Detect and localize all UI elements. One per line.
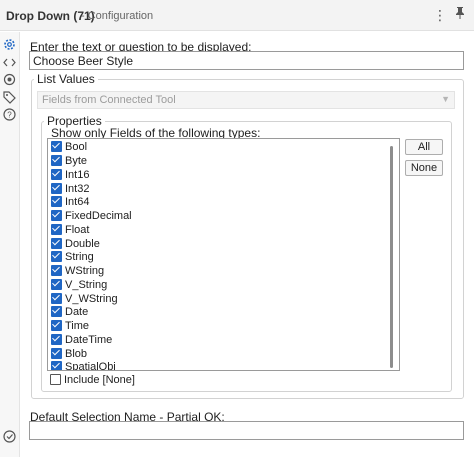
list-item[interactable]: Date xyxy=(51,306,88,319)
more-options-icon[interactable]: ⋮ xyxy=(432,6,448,24)
default-selection-input[interactable] xyxy=(29,421,464,440)
list-item[interactable]: Int64 xyxy=(51,196,89,209)
list-item[interactable]: V_String xyxy=(51,279,107,292)
pin-icon[interactable] xyxy=(452,6,468,24)
check-circle-icon[interactable] xyxy=(2,429,17,444)
window-subtitle: - Configuration xyxy=(81,10,154,22)
checkbox-checked-icon[interactable] xyxy=(51,238,62,249)
list-item[interactable]: Blob xyxy=(51,348,87,361)
checkbox-checked-icon[interactable] xyxy=(51,293,62,304)
list-item[interactable]: FixedDecimal xyxy=(51,210,132,223)
list-item[interactable]: String xyxy=(51,251,94,264)
checkbox-checked-icon[interactable] xyxy=(51,348,62,359)
code-icon[interactable] xyxy=(2,55,17,70)
list-values-title: List Values xyxy=(34,72,98,86)
prompt-input[interactable]: Choose Beer Style xyxy=(29,51,464,70)
select-none-button[interactable]: None xyxy=(405,160,443,176)
list-item[interactable]: Double xyxy=(51,238,100,251)
field-types-list[interactable]: Bool Byte Int16 Int32 Int64 FixedDecimal… xyxy=(47,138,400,371)
checkbox-checked-icon[interactable] xyxy=(51,196,62,207)
list-item[interactable]: DateTime xyxy=(51,334,112,347)
help-icon[interactable]: ? xyxy=(2,107,17,122)
tag-icon[interactable] xyxy=(2,90,17,105)
list-source-dropdown[interactable]: Fields from Connected Tool ▼ xyxy=(37,91,455,109)
list-scrollbar-thumb[interactable] xyxy=(390,146,393,368)
checkbox-checked-icon[interactable] xyxy=(51,210,62,221)
target-icon[interactable] xyxy=(2,72,17,87)
list-item[interactable]: SpatialObj xyxy=(51,361,116,370)
checkbox-checked-icon[interactable] xyxy=(51,155,62,166)
list-item[interactable]: V_WString xyxy=(51,293,118,306)
checkbox-checked-icon[interactable] xyxy=(51,279,62,290)
checkbox-checked-icon[interactable] xyxy=(51,251,62,262)
list-item[interactable]: Float xyxy=(51,224,89,237)
list-item[interactable]: Int32 xyxy=(51,183,89,196)
svg-text:?: ? xyxy=(7,111,12,120)
list-item[interactable]: Bool xyxy=(51,141,87,154)
checkbox-checked-icon[interactable] xyxy=(51,265,62,276)
checkbox-checked-icon[interactable] xyxy=(51,183,62,194)
checkbox-checked-icon[interactable] xyxy=(51,169,62,180)
checkbox-checked-icon[interactable] xyxy=(51,141,62,152)
checkbox-checked-icon[interactable] xyxy=(51,306,62,317)
gear-icon[interactable] xyxy=(2,37,17,52)
list-item[interactable]: Int16 xyxy=(51,169,89,182)
sidebar: ? xyxy=(0,32,20,457)
list-item[interactable]: Byte xyxy=(51,155,87,168)
list-item[interactable]: Time xyxy=(51,320,89,333)
select-all-button[interactable]: All xyxy=(405,139,443,155)
chevron-down-icon: ▼ xyxy=(441,94,450,104)
checkbox-checked-icon[interactable] xyxy=(51,361,62,370)
checkbox-checked-icon[interactable] xyxy=(51,224,62,235)
list-source-value: Fields from Connected Tool xyxy=(42,94,176,106)
checkbox-unchecked-icon[interactable] xyxy=(50,374,61,385)
checkbox-checked-icon[interactable] xyxy=(51,320,62,331)
include-none-option[interactable]: Include [None] xyxy=(50,374,135,387)
title-bar: Drop Down (71) - Configuration ⋮ xyxy=(0,0,474,31)
list-item[interactable]: WString xyxy=(51,265,104,278)
checkbox-checked-icon[interactable] xyxy=(51,334,62,345)
